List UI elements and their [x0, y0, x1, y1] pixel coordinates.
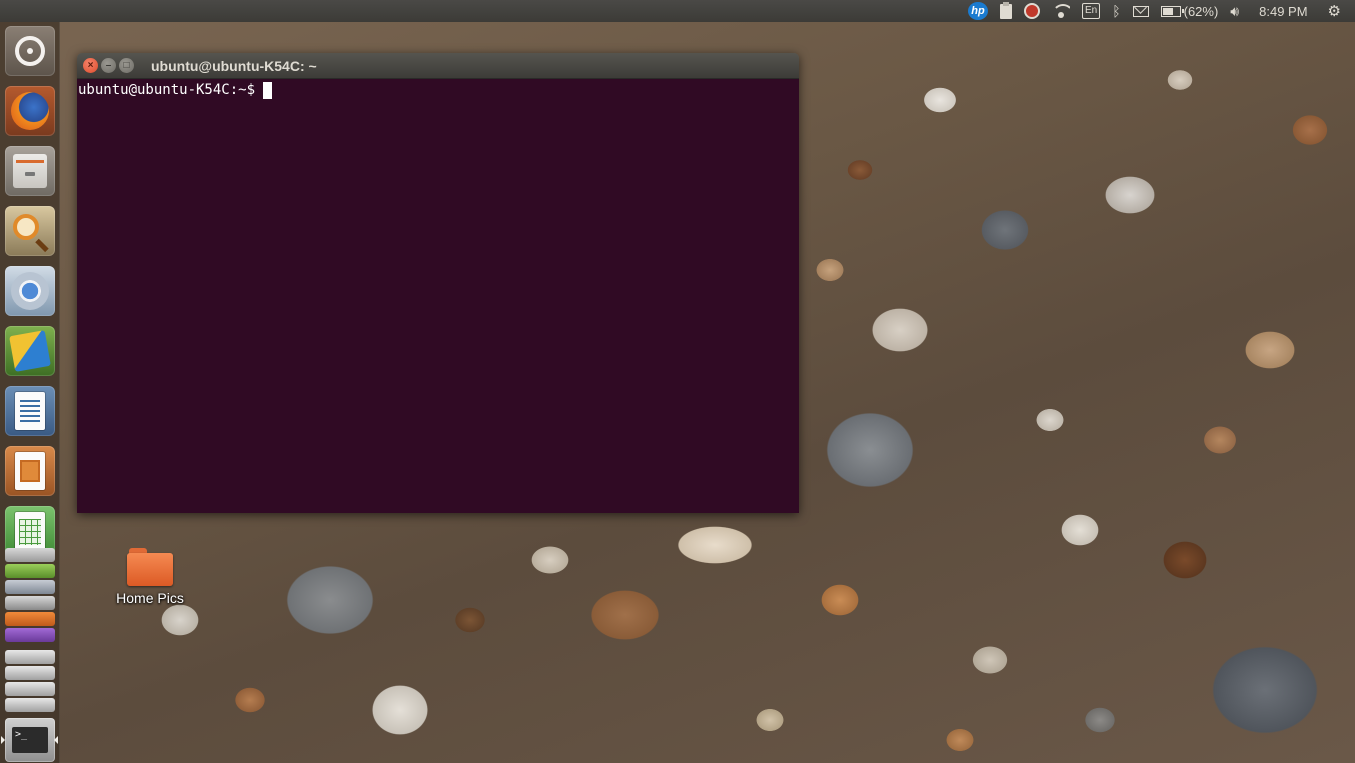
launcher-chromium[interactable]: [5, 266, 55, 316]
window-title: ubuntu@ubuntu-K54C: ~: [151, 57, 317, 74]
desktop-icon-label: Home Pics: [116, 590, 184, 606]
launcher-firefox[interactable]: [5, 86, 55, 136]
prompt-line: ubuntu@ubuntu-K54C:~$: [78, 81, 798, 99]
battery-percent: (62%): [1183, 3, 1219, 19]
network-indicator[interactable]: [1046, 0, 1076, 22]
window-titlebar[interactable]: × – □ ubuntu@ubuntu-K54C: ~: [77, 53, 799, 79]
wifi-icon: [1051, 4, 1070, 18]
terminal-icon: >_: [12, 727, 48, 753]
magnifier-icon: [13, 214, 39, 240]
clipboard-indicator[interactable]: [994, 0, 1018, 22]
close-button[interactable]: ×: [83, 58, 98, 73]
clipboard-icon: [999, 1, 1012, 19]
file-cabinet-icon: [13, 154, 47, 188]
launcher-folded-item[interactable]: [5, 564, 55, 578]
mail-icon: [1132, 5, 1149, 17]
launcher-folded-item[interactable]: [5, 580, 55, 594]
clock-indicator[interactable]: 8:49 PM: [1245, 0, 1321, 22]
chromium-icon: [11, 272, 49, 310]
indicator-tray: hp En ᛒ (62%) 🔊︎ 8:49 PM ⚙: [962, 0, 1347, 22]
launcher-folded-item[interactable]: [5, 548, 55, 562]
session-indicator[interactable]: ⚙: [1322, 0, 1347, 22]
calc-icon: [15, 512, 45, 550]
focused-app-indicator: [54, 736, 58, 744]
alarm-clock-icon: [1023, 3, 1040, 19]
launcher-folded-item[interactable]: [5, 698, 55, 712]
launcher-installer[interactable]: [5, 326, 55, 376]
top-panel: hp En ᛒ (62%) 🔊︎ 8:49 PM ⚙: [0, 0, 1355, 22]
impress-icon: [15, 452, 45, 490]
battery-icon: [1160, 5, 1184, 17]
terminal-window: × – □ ubuntu@ubuntu-K54C: ~ ubuntu@ubunt…: [77, 53, 799, 513]
launcher-folded-item[interactable]: [5, 650, 55, 664]
hp-logo-icon: hp: [967, 2, 988, 20]
launcher-folded-item[interactable]: [5, 612, 55, 626]
minimize-button[interactable]: –: [101, 58, 116, 73]
speaker-volume-icon: 🔊︎: [1230, 2, 1240, 19]
keyboard-indicator[interactable]: En: [1076, 0, 1106, 22]
terminal-output[interactable]: ubuntu@ubuntu-K54C:~$: [77, 79, 799, 513]
shell-prompt: ubuntu@ubuntu-K54C:~$: [78, 82, 256, 98]
battery-indicator[interactable]: (62%): [1155, 0, 1225, 22]
text-cursor: [263, 81, 273, 99]
maximize-button[interactable]: □: [119, 58, 134, 73]
bluetooth-indicator[interactable]: ᛒ: [1106, 0, 1126, 22]
active-app-indicator: [1, 736, 5, 744]
launcher-folded-item[interactable]: [5, 682, 55, 696]
ubuntu-logo-icon: [15, 36, 45, 66]
bluetooth-icon: ᛒ: [1112, 3, 1121, 19]
launcher-folded-item[interactable]: [5, 596, 55, 610]
launcher-terminal[interactable]: >_: [5, 718, 55, 762]
keyboard-layout-icon: En: [1081, 3, 1101, 19]
unity-launcher: >_: [0, 22, 60, 763]
launcher-folded-item[interactable]: [5, 628, 55, 642]
firefox-icon: [11, 92, 49, 130]
writer-icon: [15, 392, 45, 430]
folder-icon: [127, 548, 173, 586]
launcher-libreoffice-impress[interactable]: [5, 446, 55, 496]
launcher-files[interactable]: [5, 146, 55, 196]
clock-time: 8:49 PM: [1259, 3, 1308, 19]
messaging-indicator[interactable]: [1127, 0, 1155, 22]
gear-icon: ⚙: [1327, 3, 1341, 20]
launcher-dash-home[interactable]: [5, 26, 55, 76]
alarm-indicator[interactable]: [1018, 0, 1046, 22]
launcher-libreoffice-writer[interactable]: [5, 386, 55, 436]
installer-icon: [9, 330, 51, 372]
launcher-folded-item[interactable]: [5, 666, 55, 680]
hp-indicator[interactable]: hp: [962, 0, 994, 22]
sound-indicator[interactable]: 🔊︎: [1224, 0, 1245, 22]
launcher-search[interactable]: [5, 206, 55, 256]
desktop-icon-home-pics[interactable]: Home Pics: [108, 548, 192, 606]
